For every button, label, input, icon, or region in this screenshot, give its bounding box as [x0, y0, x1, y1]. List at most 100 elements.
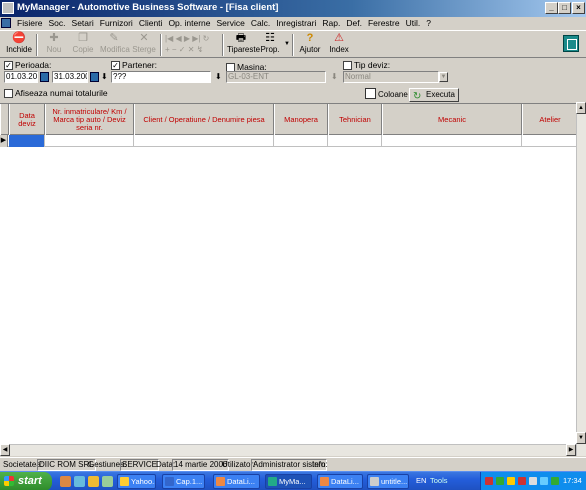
document-menu-icon[interactable]: [1, 18, 11, 28]
help-question-icon: ?: [306, 32, 314, 44]
column-header[interactable]: Nr. inmatriculare/ Km / Marca tip auto /…: [45, 104, 134, 135]
menu-rap[interactable]: Rap.: [319, 18, 343, 29]
table-cell[interactable]: [134, 135, 274, 147]
taskbar-item[interactable]: Cap.1...: [162, 474, 205, 489]
tray-icon[interactable]: [540, 477, 548, 485]
delete-icon: ✕: [139, 32, 149, 44]
menu-util[interactable]: Util.: [403, 18, 424, 29]
close-button[interactable]: ×: [572, 2, 585, 14]
perioada-checkbox[interactable]: ✓: [4, 61, 13, 70]
quicklaunch-icon[interactable]: [74, 476, 85, 487]
nou-button[interactable]: ✚ Nou: [42, 32, 66, 58]
taskbar: start Yahoo... Cap.1... DataLi... MyMa..…: [0, 471, 586, 490]
taskbar-item[interactable]: DataLi...: [213, 474, 260, 489]
scroll-right-icon[interactable]: ▶: [566, 444, 576, 456]
column-header[interactable]: Manopera: [274, 104, 328, 135]
menu-inregistrari[interactable]: Inregistrari: [273, 18, 319, 29]
table-row[interactable]: ▶: [0, 135, 586, 147]
menu-setari[interactable]: Setari: [69, 18, 97, 29]
tray-icon[interactable]: [485, 477, 493, 485]
menu-op-interne[interactable]: Op. interne: [165, 18, 213, 29]
inchide-button[interactable]: ⛔ Inchide: [6, 32, 32, 58]
tip-deviz-select[interactable]: Normal: [343, 71, 439, 83]
toolbar: ⛔ Inchide ✚ Nou ❐ Copie ✎ Modifica ✕ Ste…: [0, 30, 586, 58]
quicklaunch-icon[interactable]: [60, 476, 71, 487]
date-apply-arrow-icon[interactable]: ⬇: [101, 72, 108, 81]
date-from-field[interactable]: 01.03.2006: [4, 71, 38, 83]
column-header[interactable]: Atelier: [522, 104, 578, 135]
executa-button[interactable]: ↻ Executa: [409, 88, 459, 102]
menu-clienti[interactable]: Clienti: [136, 18, 166, 29]
horizontal-scrollbar[interactable]: ◀ ▶: [0, 444, 576, 456]
menu-soc[interactable]: Soc.: [46, 18, 69, 29]
minimize-button[interactable]: _: [545, 2, 558, 14]
scroll-left-icon[interactable]: ◀: [0, 444, 10, 456]
scroll-up-icon[interactable]: ▲: [576, 102, 586, 114]
calendar-to-icon[interactable]: [90, 72, 99, 82]
coloane-button[interactable]: Coloane: [365, 88, 408, 102]
prop-button[interactable]: ☷ Prop.: [259, 32, 281, 58]
column-header[interactable]: Mecanic: [382, 104, 522, 135]
partener-checkbox[interactable]: ✓: [111, 61, 120, 70]
menu-help[interactable]: ?: [423, 18, 434, 29]
prop-dropdown-icon[interactable]: ▼: [284, 41, 290, 47]
tools-label[interactable]: Tools: [430, 476, 448, 485]
column-header[interactable]: Client / Operatiune / Denumire piesa: [134, 104, 274, 135]
ajutor-button[interactable]: ? Ajutor: [298, 32, 322, 58]
record-edit-icons[interactable]: + − ✓ ✕ ↯: [165, 45, 203, 54]
calendar-from-icon[interactable]: [40, 72, 49, 82]
menu-furnizori[interactable]: Furnizori: [97, 18, 136, 29]
taskbar-item[interactable]: untitle...: [367, 474, 409, 489]
start-button[interactable]: start: [0, 472, 52, 490]
sterge-button[interactable]: ✕ Sterge: [131, 32, 157, 58]
tray-icon[interactable]: [551, 477, 559, 485]
modifica-button[interactable]: ✎ Modifica: [100, 32, 130, 58]
tray-icon[interactable]: [518, 477, 526, 485]
taskbar-item[interactable]: Yahoo...: [117, 474, 156, 489]
quicklaunch-icon[interactable]: [102, 476, 113, 487]
menu-fisiere[interactable]: Fisiere: [14, 18, 46, 29]
tray-icon[interactable]: [529, 477, 537, 485]
tray-icon[interactable]: [507, 477, 515, 485]
menu-ferestre[interactable]: Ferestre: [365, 18, 403, 29]
partener-apply-arrow-icon[interactable]: ⬇: [215, 72, 222, 81]
copie-button[interactable]: ❐ Copie: [70, 32, 96, 58]
index-book-icon: ⚠: [334, 32, 344, 44]
afiseaza-totalurile-checkbox[interactable]: [4, 89, 13, 98]
table-cell[interactable]: [274, 135, 328, 147]
table-cell[interactable]: [45, 135, 134, 147]
afiseaza-totalurile-label: Afiseaza numai totalurile: [15, 88, 108, 98]
table-cell-selected[interactable]: [9, 135, 45, 147]
column-header[interactable]: Data deviz: [9, 104, 45, 135]
menu-service[interactable]: Service: [214, 18, 248, 29]
window-title: MyManager - Automotive Business Software…: [17, 2, 279, 13]
maximize-button[interactable]: □: [558, 2, 571, 14]
panel-toggle-icon[interactable]: [563, 35, 579, 52]
taskbar-item-active[interactable]: MyMa...: [265, 474, 312, 489]
table-cell[interactable]: [522, 135, 578, 147]
column-header[interactable]: Tehnician: [328, 104, 382, 135]
new-document-icon: ✚: [49, 32, 59, 44]
tray-icon[interactable]: [496, 477, 504, 485]
partener-label: Partener:: [122, 60, 157, 70]
language-indicator[interactable]: EN: [416, 476, 426, 485]
scroll-down-icon[interactable]: ▼: [576, 432, 586, 444]
tip-deviz-label: Tip deviz:: [354, 60, 391, 70]
vertical-scrollbar[interactable]: ▲ ▼: [576, 102, 586, 456]
index-button[interactable]: ⚠ Index: [327, 32, 351, 58]
quicklaunch-icon[interactable]: [88, 476, 99, 487]
masina-field[interactable]: GL-03-ENT: [226, 71, 326, 83]
taskbar-item[interactable]: DataLi...: [317, 474, 363, 489]
tip-deviz-checkbox[interactable]: [343, 61, 352, 70]
menu-calc[interactable]: Calc.: [248, 18, 273, 29]
date-to-field[interactable]: 31.03.2006: [52, 71, 88, 83]
table-cell[interactable]: [382, 135, 522, 147]
chevron-down-icon[interactable]: ▼: [439, 72, 448, 82]
data-grid: Data deviz Nr. inmatriculare/ Km / Marca…: [0, 103, 586, 456]
tipareste-button[interactable]: 🖶 Tipareste: [227, 32, 260, 58]
table-cell[interactable]: [328, 135, 382, 147]
navigation-icons[interactable]: |◀ ◀ ▶ ▶| ↻: [165, 34, 209, 43]
partener-field[interactable]: ???: [111, 71, 211, 83]
masina-apply-arrow-icon[interactable]: ⬇: [331, 72, 338, 81]
menu-def[interactable]: Def.: [343, 18, 365, 29]
